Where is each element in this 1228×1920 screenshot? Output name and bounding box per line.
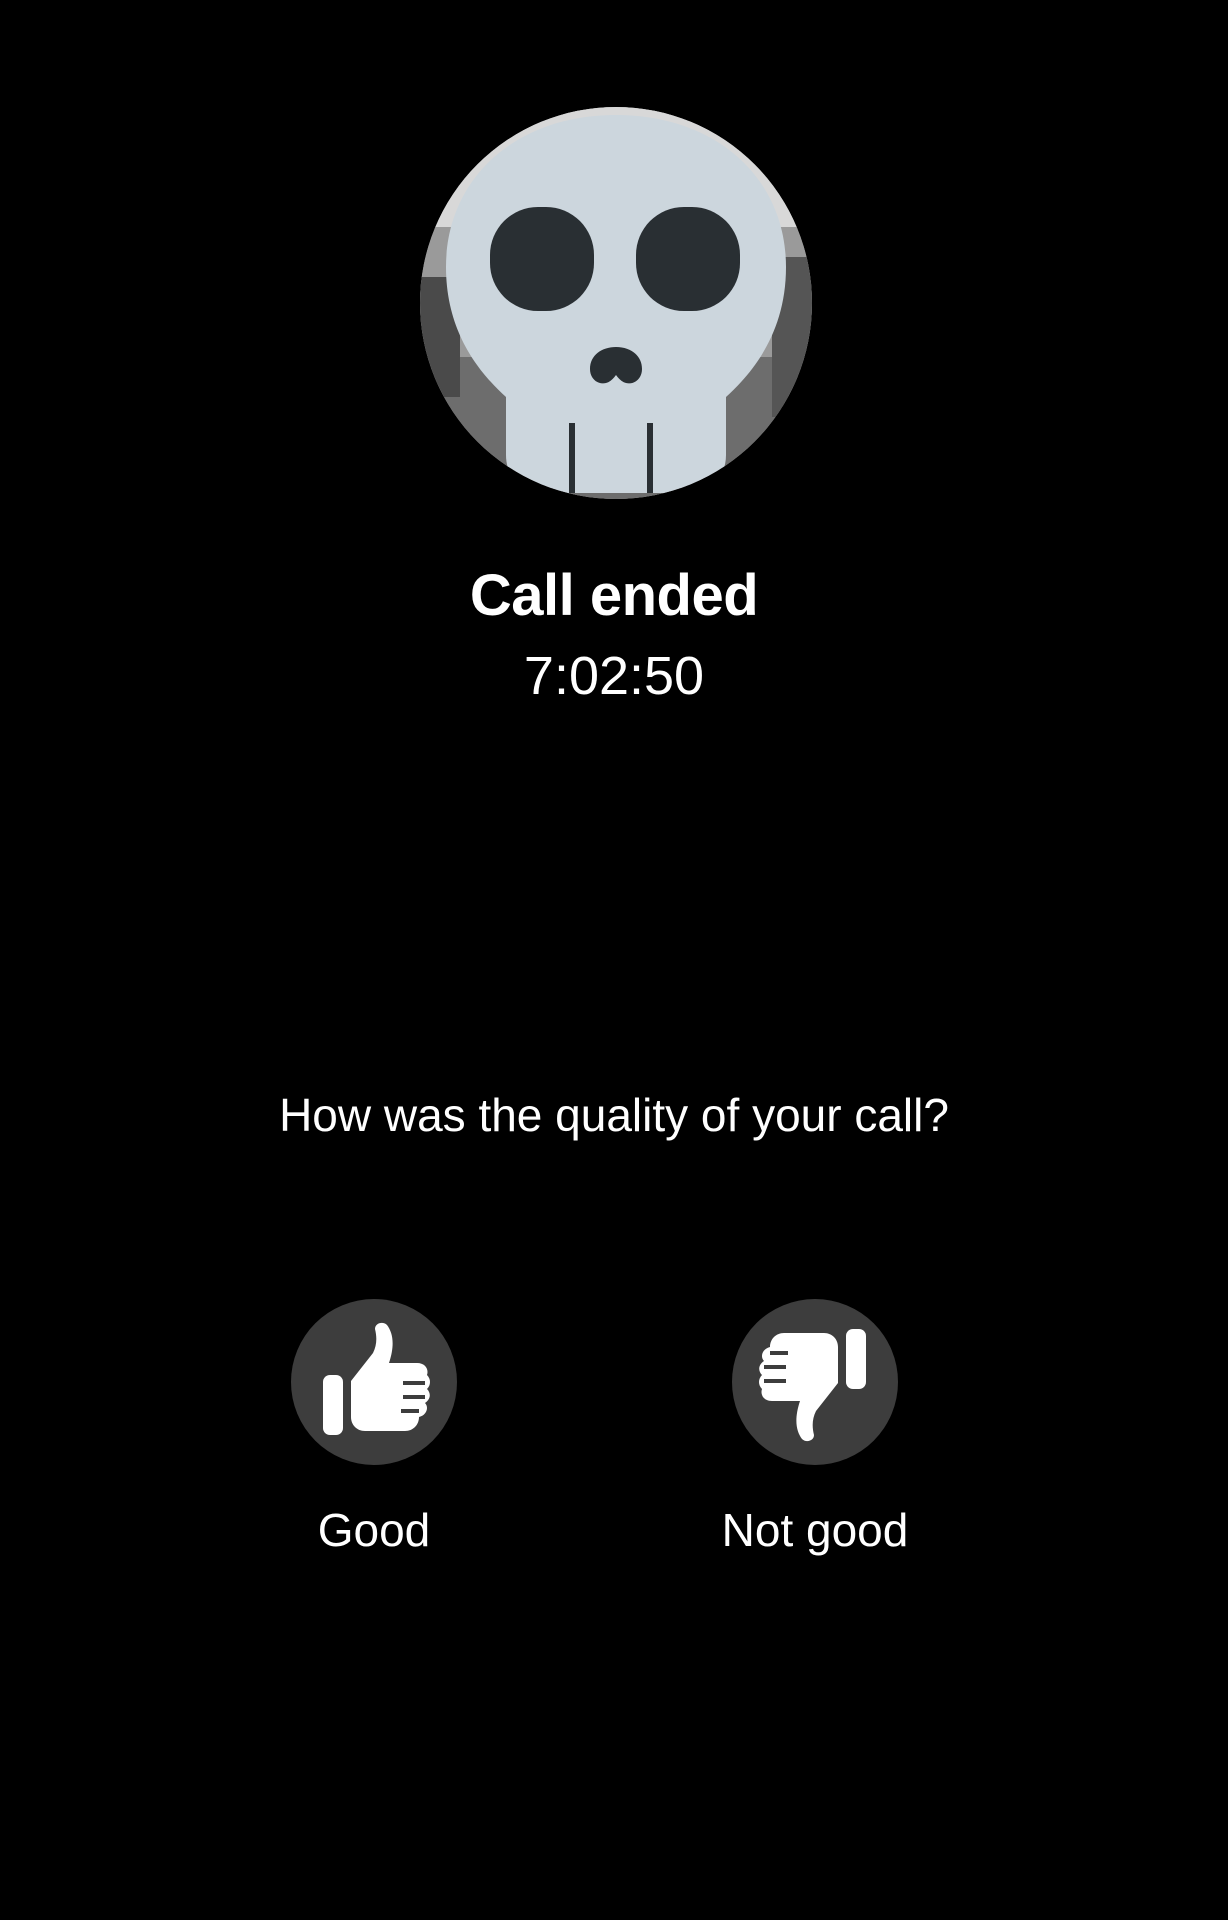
good-rating-button[interactable] [291,1299,457,1465]
call-duration: 7:02:50 [523,646,705,706]
skull-icon [420,107,812,499]
not-good-rating-label: Not good [721,1504,909,1556]
contact-avatar [420,107,812,499]
good-rating-label: Good [317,1504,431,1556]
thumbs-up-icon [323,1322,430,1435]
not-good-rating-button[interactable] [732,1299,898,1465]
call-status-title: Call ended [469,563,759,628]
feedback-question: How was the quality of your call? [279,1089,949,1141]
thumbs-down-icon [759,1329,866,1442]
